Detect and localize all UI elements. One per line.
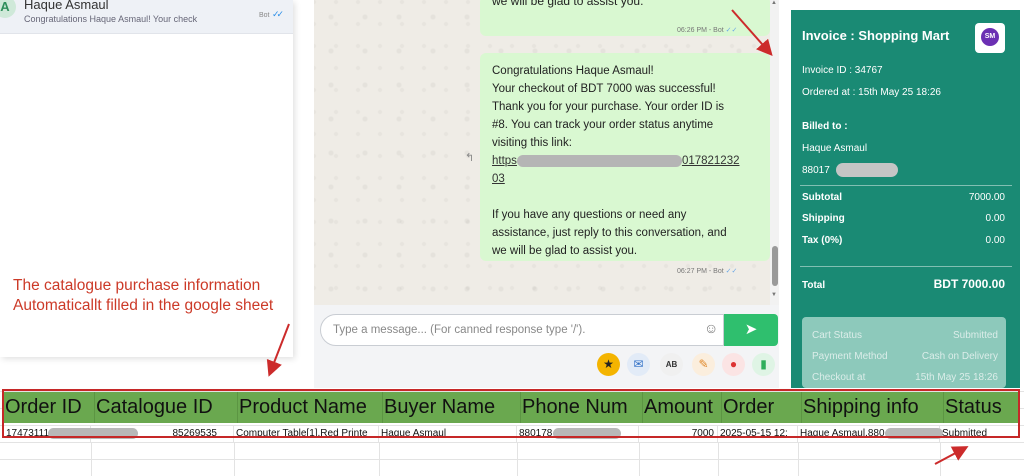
order-status-link-wrap[interactable]: 03 <box>492 170 754 188</box>
tax-value: 0.00 <box>985 235 1005 246</box>
attachment-icon[interactable]: ✎ <box>692 353 715 376</box>
sheet-column-line <box>91 442 92 476</box>
sheet-column-line <box>379 442 380 476</box>
subtotal-value: 7000.00 <box>968 192 1005 203</box>
scrollbar-thumb[interactable] <box>771 246 778 286</box>
shipping-label: Shipping <box>802 213 845 224</box>
divider <box>800 266 1012 267</box>
cart-status-value: Submitted <box>952 330 998 341</box>
message-line: Congratulations Haque Asmaul! <box>492 65 654 77</box>
total-label: Total <box>802 280 826 291</box>
read-ticks-icon: ✓✓ <box>272 9 284 19</box>
annotation-line: The catalogue purchase information <box>13 277 261 294</box>
invoice-id: Invoice ID : 34767 <box>802 65 883 76</box>
billed-to-label: Billed to : <box>802 121 848 132</box>
bot-tag: Bot <box>259 12 270 19</box>
reply-icon[interactable]: ↰ <box>465 151 474 164</box>
message-line: we will be glad to assist you. <box>492 245 638 257</box>
invoice-title: Invoice : Shopping Mart <box>802 28 950 43</box>
contact-time: 06:26 PM <box>258 0 284 2</box>
send-button[interactable]: ➤ <box>724 314 778 346</box>
chat-scrollbar[interactable]: ▲ ▼ <box>770 0 779 305</box>
checkout-at-label: Checkout at <box>812 372 866 383</box>
ordered-at: Ordered at : 15th May 25 18:26 <box>802 87 941 98</box>
contact-name: Haque Asmaul <box>24 0 109 12</box>
annotation-text: The catalogue purchase information Autom… <box>13 276 273 316</box>
annotation-line: Automaticallt filled in the google sheet <box>13 297 274 314</box>
message-line: visiting this link: <box>492 137 572 149</box>
sheet-column-line <box>639 442 640 476</box>
contact-preview: Congratulations Haque Asmaul! Your check <box>24 14 198 24</box>
avatar: A <box>0 0 16 18</box>
message-line: If you have any questions or need any <box>492 209 687 221</box>
tax-label: Tax (0%) <box>802 235 843 246</box>
billed-phone: 88017 <box>802 165 830 176</box>
shipping-value: 0.00 <box>985 213 1005 224</box>
message-line: Your checkout of BDT 7000 was successful… <box>492 83 716 95</box>
message-line: #8. You can track your order status anyt… <box>492 119 714 131</box>
shop-logo-icon: SM <box>981 28 999 46</box>
scroll-down-icon[interactable]: ▼ <box>771 292 777 298</box>
redacted-link-segment <box>516 154 682 167</box>
highlight-frame <box>2 389 1020 438</box>
message-line: Thank you for your purchase. Your order … <box>492 101 725 113</box>
subtotal-label: Subtotal <box>802 192 842 203</box>
shop-logo: SM <box>975 23 1005 53</box>
payment-method-label: Payment Method <box>812 351 888 362</box>
inbox-icon[interactable]: ✉ <box>627 353 650 376</box>
previous-message-text: we will be glad to assist you. <box>492 0 644 8</box>
sheet-column-line <box>940 442 941 476</box>
invoice-panel: Invoice : Shopping Mart SM Invoice ID : … <box>791 10 1020 388</box>
emoji-icon[interactable]: ☺ <box>704 320 718 336</box>
divider <box>800 185 1012 186</box>
message-input[interactable] <box>320 314 724 346</box>
location-icon[interactable]: ● <box>722 353 745 376</box>
checkout-message-time: 06:27 PM - Bot ✓✓ <box>677 268 738 275</box>
spellcheck-icon[interactable]: AB <box>660 353 683 376</box>
microphone-icon[interactable]: ▮ <box>752 353 775 376</box>
checkout-message-text: Congratulations Haque Asmaul! Your check… <box>492 62 754 260</box>
cart-status-label: Cart Status <box>812 330 863 341</box>
billed-name: Haque Asmaul <box>802 143 868 154</box>
sheet-column-line <box>718 442 719 476</box>
total-value: BDT 7000.00 <box>933 277 1005 291</box>
star-icon[interactable]: ★ <box>597 353 620 376</box>
checkout-at-value: 15th May 25 18:26 <box>915 372 998 383</box>
order-status-link[interactable]: https 017821232 <box>492 152 754 170</box>
previous-message-time: 06:26 PM - Bot ✓✓ <box>677 27 738 34</box>
sheet-column-line <box>798 442 799 476</box>
sheet-column-line <box>234 442 235 476</box>
message-line: assistance, just reply to this conversat… <box>492 227 727 239</box>
payment-method-value: Cash on Delivery <box>921 351 998 362</box>
order-status-card: Cart Status Submitted Payment Method Cas… <box>802 317 1006 388</box>
sheet-column-line <box>517 442 518 476</box>
redacted-phone <box>836 163 898 177</box>
scroll-up-icon[interactable]: ▲ <box>771 0 777 6</box>
conversation-item[interactable]: A 06:26 PM Haque Asmaul Congratulations … <box>0 0 293 34</box>
